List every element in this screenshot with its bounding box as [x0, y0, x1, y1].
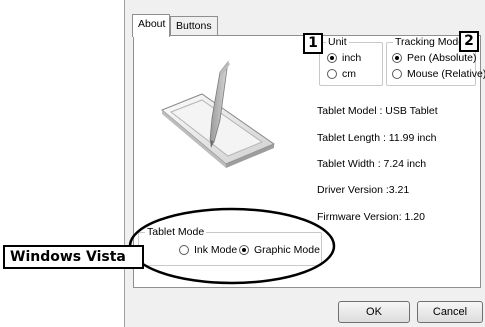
unit-cm-radio[interactable]: cm — [327, 68, 356, 80]
tracking-mode-title: Tracking Mode — [393, 36, 467, 48]
windows-vista-label: Windows Vista — [3, 245, 144, 269]
tablet-mode-groupbox: Tablet Mode Ink Mode Graphic Mode — [138, 226, 322, 266]
unit-inch-label: inch — [342, 52, 362, 64]
radio-checked-icon — [392, 53, 402, 63]
unit-cm-label: cm — [342, 68, 356, 80]
annotation-badge-2: 2 — [459, 31, 479, 52]
tracking-mouse-label: Mouse (Relative) — [407, 68, 485, 80]
firmware-version-text: Firmware Version: 1.20 — [317, 211, 425, 223]
ink-mode-radio[interactable]: Ink Mode — [179, 244, 237, 256]
about-panel: Unit inch cm Tracking Mode Pen (Absolute… — [133, 35, 485, 288]
tracking-pen-radio[interactable]: Pen (Absolute) — [392, 52, 476, 64]
tab-about[interactable]: About — [132, 14, 170, 37]
tablet-width-text: Tablet Width : 7.24 inch — [317, 158, 427, 170]
radio-unchecked-icon — [179, 245, 189, 255]
tablet-mode-title: Tablet Mode — [145, 226, 207, 238]
radio-checked-icon — [239, 245, 249, 255]
tab-buttons[interactable]: Buttons — [170, 16, 218, 36]
unit-groupbox: Unit inch cm — [319, 36, 383, 86]
radio-unchecked-icon — [392, 69, 402, 79]
radio-unchecked-icon — [327, 69, 337, 79]
tablet-length-text: Tablet Length : 11.99 inch — [317, 132, 437, 144]
graphic-mode-label: Graphic Mode — [254, 244, 320, 256]
tracking-pen-label: Pen (Absolute) — [407, 52, 477, 64]
tablet-model-text: Tablet Model : USB Tablet — [317, 105, 438, 117]
driver-version-text: Driver Version :3.21 — [317, 184, 410, 196]
tablet-pen-illustration — [161, 60, 276, 168]
tracking-mouse-radio[interactable]: Mouse (Relative) — [392, 68, 485, 80]
ink-mode-label: Ink Mode — [194, 244, 238, 256]
ok-button[interactable]: OK — [338, 301, 410, 323]
graphic-mode-radio[interactable]: Graphic Mode — [239, 244, 320, 256]
radio-checked-icon — [327, 53, 337, 63]
cancel-button[interactable]: Cancel — [417, 301, 483, 323]
annotation-badge-1: 1 — [303, 33, 323, 54]
unit-inch-radio[interactable]: inch — [327, 52, 361, 64]
unit-title: Unit — [326, 36, 349, 48]
